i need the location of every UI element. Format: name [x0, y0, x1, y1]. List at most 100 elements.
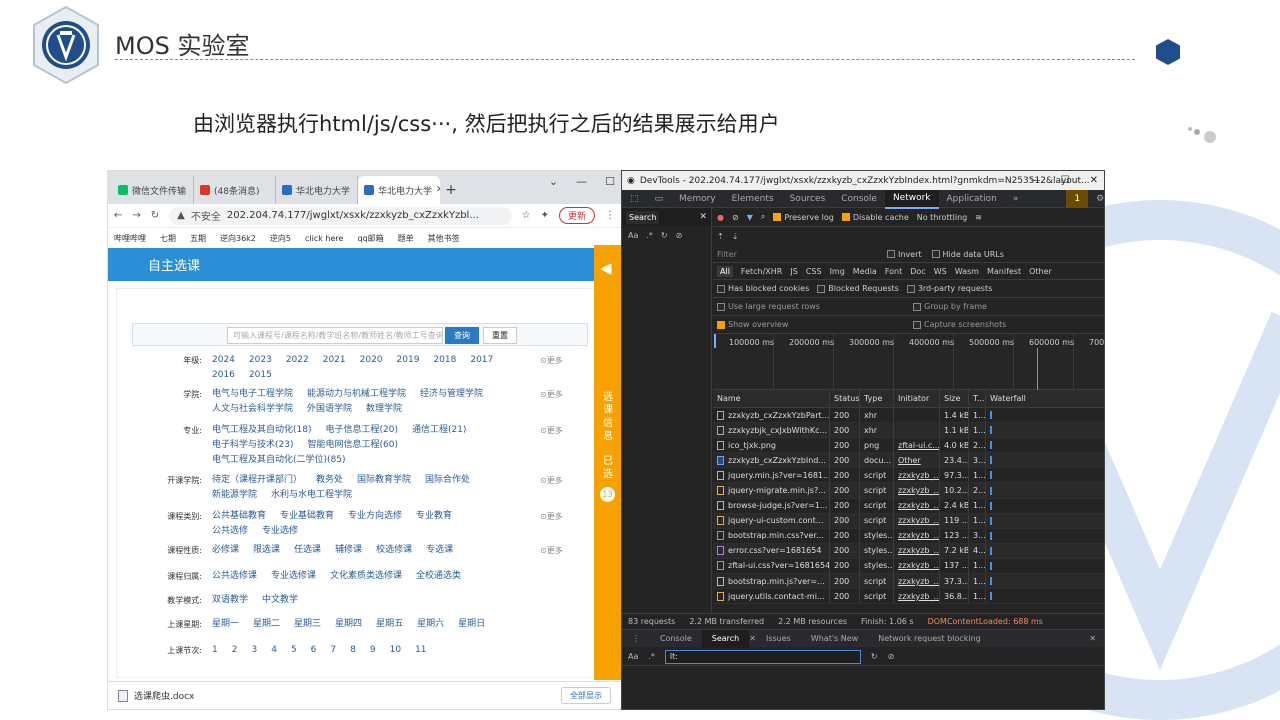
filter-option[interactable]: 能源动力与机械工程学院	[307, 389, 406, 400]
minimize-icon[interactable]: —	[1031, 175, 1041, 186]
capture-screenshots-checkbox[interactable]: Capture screenshots	[913, 320, 1006, 329]
column-time[interactable]: T...	[969, 390, 986, 407]
filter-option[interactable]: 双语教学	[212, 595, 248, 606]
request-row[interactable]: zftal-ui.css?ver=1681654 200 styles... zzxk…	[713, 558, 1104, 575]
close-icon[interactable]: ✕	[1090, 175, 1098, 186]
filter-option[interactable]: 星期三	[294, 619, 321, 630]
filter-option[interactable]: 2021	[323, 355, 346, 366]
filter-option[interactable]: 专业方向选修	[348, 511, 402, 522]
back-icon[interactable]: ←	[114, 210, 122, 221]
filter-option[interactable]: 星期二	[253, 619, 280, 630]
browser-tab-active[interactable]: 华北电力大学✕	[358, 176, 440, 204]
filter-option[interactable]: 2018	[433, 355, 456, 366]
bookmark-item[interactable]: 五期	[190, 233, 206, 244]
filter-option[interactable]: 2020	[360, 355, 383, 366]
bookmark-item[interactable]: 七期	[160, 233, 176, 244]
close-icon[interactable]: ✕	[699, 212, 707, 222]
drawer-tab-issues[interactable]: Issues	[756, 630, 801, 648]
type-filter-img[interactable]: Img	[830, 267, 845, 276]
request-row[interactable]: bootstrap.min.js?ver=... 200 script zzxkyzb…	[713, 574, 1104, 590]
match-case-toggle[interactable]: Aa	[628, 652, 638, 661]
group-by-frame-checkbox[interactable]: Group by frame	[913, 302, 987, 311]
filter-option[interactable]: 文化素质类选修课	[330, 571, 402, 582]
close-icon[interactable]: ✕	[749, 634, 756, 643]
gear-icon[interactable]: ⚙	[1088, 190, 1104, 208]
tab-elements[interactable]: Elements	[724, 190, 782, 208]
filter-option[interactable]: 辅修课	[335, 545, 362, 556]
request-row[interactable]: zzxkyzbjk_cxJxbWithKc... 200 xhr 1.1 kB 1...	[713, 423, 1104, 439]
filter-option[interactable]: 待定（课程开课部门）	[212, 475, 302, 486]
filter-input[interactable]: Filter	[717, 250, 837, 259]
chevron-down-icon[interactable]: ⌄	[549, 175, 558, 188]
filter-option[interactable]: 限选课	[253, 545, 280, 556]
filter-option[interactable]: 电气工程及其自动化(二学位)(85)	[212, 455, 346, 466]
filter-option[interactable]: 星期一	[212, 619, 239, 630]
third-party-checkbox[interactable]: 3rd-party requests	[906, 284, 992, 293]
show-all-button[interactable]: 全部显示	[561, 687, 611, 704]
selected-courses-sidebar[interactable]: ◀ 选课信息 已选 13	[594, 245, 621, 680]
drawer-search-input[interactable]: lt:	[664, 649, 861, 664]
filter-option[interactable]: 2017	[470, 355, 493, 366]
more-toggle[interactable]: ⊙更多	[540, 475, 563, 486]
new-tab-button[interactable]: +	[440, 176, 462, 204]
filter-option[interactable]: 经济与管理学院	[420, 389, 483, 400]
browser-tab[interactable]: 微信文件传输	[112, 176, 194, 204]
maximize-icon[interactable]: ☐	[605, 175, 615, 188]
filter-option[interactable]: 通信工程(21)	[412, 425, 466, 436]
clear-icon[interactable]: ⊘	[888, 652, 895, 661]
issues-badge[interactable]: 1	[1066, 189, 1089, 208]
menu-icon[interactable]: ⋮	[605, 210, 615, 221]
request-row[interactable]: jquery.min.js?ver=1681... 200 script zzxkyz…	[713, 468, 1104, 484]
type-filter-doc[interactable]: Doc	[910, 267, 925, 276]
drawer-menu-icon[interactable]: ⋮	[622, 630, 650, 648]
tab-sources[interactable]: Sources	[782, 190, 834, 208]
blocked-requests-checkbox[interactable]: Blocked Requests	[817, 284, 899, 293]
bookmark-item[interactable]: click here	[305, 234, 343, 243]
regex-toggle[interactable]: .*	[648, 652, 655, 661]
match-case-toggle[interactable]: Aa	[628, 231, 638, 240]
filter-option[interactable]: 电子科学与技术(23)	[212, 440, 293, 451]
filter-option[interactable]: 公共选修	[212, 526, 248, 537]
query-button[interactable]: 查询	[445, 327, 479, 344]
reset-button[interactable]: 重置	[483, 327, 517, 344]
tab-network[interactable]: Network	[884, 188, 939, 209]
more-tabs-icon[interactable]: »	[1005, 190, 1027, 208]
device-icon[interactable]: ▭	[647, 190, 672, 208]
drawer-tab-request-blocking[interactable]: Network request blocking	[868, 630, 991, 648]
tab-console[interactable]: Console	[833, 190, 885, 208]
filter-option[interactable]: 4	[271, 645, 277, 656]
type-filter-media[interactable]: Media	[853, 267, 877, 276]
filter-option[interactable]: 必修课	[212, 545, 239, 556]
course-search-input[interactable]: 可输入课程号/课程名称/教学班名称/教师姓名/教师工号查询	[227, 327, 443, 344]
request-row[interactable]: ico_tjxk.png 200 png zftal-ui.c... 4.0 kB 2..…	[713, 438, 1104, 454]
request-row[interactable]: browse-judge.js?ver=1... 200 script zzxkyzb…	[713, 498, 1104, 514]
bookmark-item[interactable]: 逆向5	[270, 233, 291, 244]
clear-icon[interactable]: ⊘	[676, 231, 683, 240]
filter-option[interactable]: 2019	[397, 355, 420, 366]
filter-option[interactable]: 星期日	[458, 619, 485, 630]
preserve-log-checkbox[interactable]: Preserve log	[773, 213, 834, 222]
more-toggle[interactable]: ⊙更多	[540, 355, 563, 366]
upload-icon[interactable]: ⇡	[717, 232, 724, 241]
request-row[interactable]: zzxkyzb_cxZzxkYzbInd... 200 docu... Other 23…	[713, 453, 1104, 469]
type-filter-all[interactable]: All	[717, 265, 733, 277]
show-overview-checkbox[interactable]: Show overview	[717, 320, 788, 329]
request-row[interactable]: zzxkyzb_cxZzxkYzbPart... 200 xhr 1.4 kB 1...	[713, 408, 1104, 424]
filter-option[interactable]: 9	[370, 645, 376, 656]
bookmark-item[interactable]: 逆向36k2	[220, 233, 256, 244]
download-item[interactable]: 选课爬虫.docx	[118, 689, 194, 702]
filter-option[interactable]: 国际合作处	[425, 475, 470, 486]
filter-option[interactable]: 公共基础教育	[212, 511, 266, 522]
filter-option[interactable]: 新能源学院	[212, 490, 257, 501]
url-field[interactable]: ▲ 不安全 202.204.74.177/jwglxt/xsxk/zzxkyzb…	[169, 206, 512, 225]
filter-option[interactable]: 2024	[212, 355, 235, 366]
reload-icon[interactable]: ↻	[151, 210, 159, 221]
clear-icon[interactable]: ⊘	[732, 213, 739, 222]
disable-cache-checkbox[interactable]: Disable cache	[841, 213, 909, 222]
column-type[interactable]: Type	[860, 390, 894, 407]
filter-option[interactable]: 水利与水电工程学院	[271, 490, 352, 501]
inspect-icon[interactable]: ⬚	[622, 190, 647, 208]
filter-option[interactable]: 2016	[212, 370, 235, 381]
filter-option[interactable]: 星期六	[417, 619, 444, 630]
type-filter-css[interactable]: CSS	[806, 267, 822, 276]
